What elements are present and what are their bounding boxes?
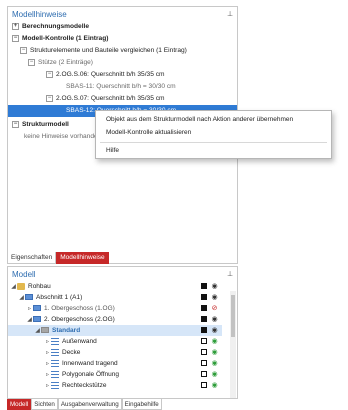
model-hints-header: Modellhinweise ⊥ — [8, 7, 237, 21]
eye-icon[interactable]: ◉ — [210, 282, 219, 291]
layer-group-icon — [41, 327, 49, 334]
model-panel-header: Modell ⊥ — [8, 267, 237, 281]
model-row-rohbau[interactable]: ◢ Rohbau ◉ — [8, 281, 222, 292]
tab-eigenschaften[interactable]: Eigenschaften — [7, 252, 57, 264]
model-row-1og[interactable]: ▹ 1. Obergeschoss (1.OG) ⊘ — [8, 303, 222, 314]
model-row-rechteckstuetze[interactable]: ▹ Rechteckstütze ◉ — [8, 380, 222, 391]
element-type-icon — [51, 370, 59, 378]
tree-row-2og-s07[interactable]: −2.OG.S.07: Querschnitt b/h 35/35 cm — [8, 93, 237, 105]
collapse-toggle-icon[interactable]: − — [12, 120, 19, 128]
display-mode-icon[interactable] — [201, 349, 207, 355]
app-window: Modellhinweise ⊥ + Berechnungsmodelle − Mo… — [0, 0, 348, 410]
model-hints-title: Modellhinweise — [12, 9, 67, 19]
collapse-toggle-icon[interactable]: − — [46, 94, 53, 102]
eye-icon[interactable]: ◉ — [210, 359, 219, 368]
eye-icon[interactable]: ◉ — [210, 370, 219, 379]
tab-modellhinweise[interactable]: Modellhinweise — [56, 252, 109, 264]
element-type-icon — [51, 381, 59, 389]
collapse-toggle-icon[interactable]: − — [46, 70, 53, 78]
display-mode-icon[interactable] — [201, 338, 207, 344]
eye-icon[interactable]: ◉ — [210, 315, 219, 324]
tab-sichten[interactable]: Sichten — [31, 399, 58, 410]
storey-icon — [33, 305, 41, 312]
storey-icon — [33, 316, 41, 323]
model-row-aussenwand[interactable]: ▹ Außenwand ◉ — [8, 336, 222, 347]
model-row-standard[interactable]: ◢ Standard ◉ — [8, 325, 222, 336]
menu-separator — [100, 142, 327, 143]
tree-row-sbas-11[interactable]: SBAS-11: Querschnitt b/h = 30/30 cm — [8, 81, 237, 93]
element-type-icon — [51, 337, 59, 345]
tree-row-stuetze[interactable]: − Stütze (2 Einträge) — [8, 57, 237, 69]
expand-arrow-icon[interactable]: ▹ — [44, 381, 51, 392]
eye-icon[interactable]: ◉ — [210, 348, 219, 357]
display-mode-icon[interactable] — [201, 327, 207, 333]
tab-ausgabenverwaltung[interactable]: Ausgabenverwaltung — [57, 399, 122, 410]
pin-icon[interactable]: ⊥ — [226, 270, 234, 278]
display-mode-icon[interactable] — [201, 371, 207, 377]
collapse-toggle-icon[interactable]: − — [28, 58, 35, 66]
model-row-decke[interactable]: ▹ Decke ◉ — [8, 347, 222, 358]
eye-icon[interactable]: ◉ — [210, 337, 219, 346]
display-mode-icon[interactable] — [201, 305, 207, 311]
menu-item-adopt-object[interactable]: Objekt aus dem Strukturmodell nach Aktio… — [106, 115, 293, 125]
element-type-icon — [51, 348, 59, 356]
tree-row-berechnungsmodelle[interactable]: + Berechnungsmodelle — [8, 21, 237, 33]
model-row-abschnitt-1[interactable]: ◢ Abschnitt 1 (A1) ◉ — [8, 292, 222, 303]
expand-toggle-icon[interactable]: + — [12, 22, 19, 30]
scrollbar-thumb[interactable] — [231, 295, 235, 337]
top-tab-strip: Eigenschaften Modellhinweise — [7, 252, 109, 264]
pin-icon[interactable]: ⊥ — [226, 10, 234, 18]
display-mode-icon[interactable] — [201, 283, 207, 289]
model-row-innenwand[interactable]: ▹ Innenwand tragend ◉ — [8, 358, 222, 369]
display-mode-icon[interactable] — [201, 382, 207, 388]
collapse-toggle-icon[interactable]: − — [12, 34, 19, 42]
model-row-2og[interactable]: ◢ 2. Obergeschoss (2.OG) ◉ — [8, 314, 222, 325]
eye-icon[interactable]: ◉ — [210, 293, 219, 302]
bottom-tab-strip: Modell Sichten Ausgabenverwaltung Eingab… — [7, 399, 162, 410]
section-icon — [25, 294, 33, 301]
collapse-toggle-icon[interactable]: − — [20, 46, 27, 54]
eye-icon[interactable]: ◉ — [210, 381, 219, 390]
model-row-polygonale-oeffnung[interactable]: ▹ Polygonale Öffnung ◉ — [8, 369, 222, 380]
tab-eingabehilfe[interactable]: Eingabehilfe — [121, 399, 162, 410]
display-mode-icon[interactable] — [201, 294, 207, 300]
display-mode-icon[interactable] — [201, 316, 207, 322]
tab-modell[interactable]: Modell — [7, 399, 32, 410]
menu-item-refresh-check[interactable]: Modell-Kontrolle aktualisieren — [106, 128, 191, 138]
model-panel: Modell ⊥ ◢ Rohbau ◉ ◢ Abschnitt 1 (A1) ◉ ▹… — [7, 266, 238, 399]
eye-hidden-icon[interactable]: ⊘ — [210, 304, 219, 313]
context-menu: Objekt aus dem Strukturmodell nach Aktio… — [95, 110, 332, 159]
tree-row-strukturelemente[interactable]: − Strukturelemente und Bauteile vergleich… — [8, 45, 237, 57]
menu-item-help[interactable]: Hilfe — [106, 146, 119, 156]
element-type-icon — [51, 359, 59, 367]
model-scrollbar[interactable] — [230, 291, 236, 398]
eye-icon[interactable]: ◉ — [210, 326, 219, 335]
folder-icon — [17, 282, 25, 290]
tree-row-2og-s06[interactable]: −2.OG.S.06: Querschnitt b/h 35/35 cm — [8, 69, 237, 81]
display-mode-icon[interactable] — [201, 360, 207, 366]
model-panel-title: Modell — [12, 269, 36, 279]
tree-row-modell-kontrolle[interactable]: − Modell-Kontrolle (1 Eintrag) — [8, 33, 237, 45]
